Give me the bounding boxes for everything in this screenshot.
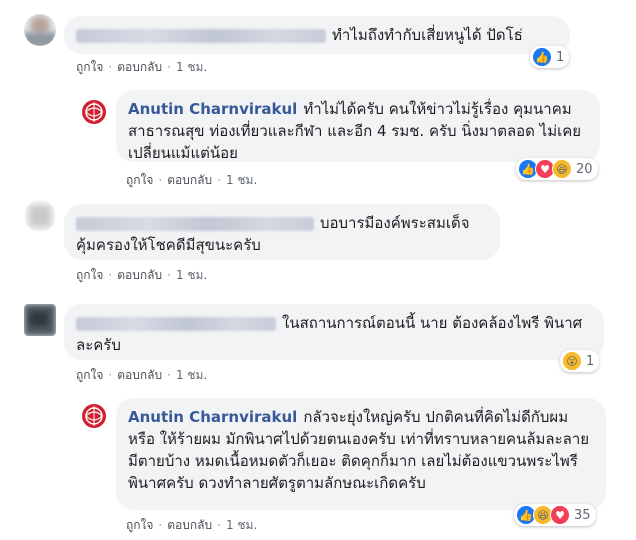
timestamp[interactable]: 1 ชม. — [226, 518, 257, 532]
comment-actions: ถูกใจ · ตอบกลับ · 1 ชม. — [126, 516, 257, 535]
blurred-author-name[interactable] — [76, 216, 314, 231]
reaction-summary[interactable]: 👍 1 — [530, 46, 570, 68]
author-name[interactable]: Anutin Charnvirakul — [128, 408, 297, 426]
avatar[interactable] — [78, 96, 110, 128]
separator: · — [108, 268, 113, 282]
reaction-summary[interactable]: 👍 😆 ♥ 35 — [514, 504, 596, 526]
avatar[interactable] — [24, 200, 56, 232]
comment-actions: ถูกใจ · ตอบกลับ · 1 ชม. — [76, 366, 207, 385]
separator: · — [217, 518, 221, 532]
separator: · — [167, 368, 171, 382]
reaction-count: 20 — [576, 161, 593, 177]
comment-actions: ถูกใจ · ตอบกลับ · 1 ชม. — [126, 171, 257, 190]
separator: · — [108, 368, 113, 382]
comment-bubble: ในสถานการณ์ตอนนี้ นาย ต้องคล้องไพรี พินา… — [64, 304, 604, 360]
like-link[interactable]: ถูกใจ — [76, 368, 103, 382]
reply-link[interactable]: ตอบกลับ — [117, 368, 162, 382]
reaction-summary[interactable]: 👍 ♥ 😆 20 — [516, 158, 598, 180]
reply-link[interactable]: ตอบกลับ — [167, 173, 212, 187]
comment-actions: ถูกใจ · ตอบกลับ · 1 ชม. — [76, 266, 207, 285]
reaction-count: 1 — [556, 49, 565, 65]
comment-actions: ถูกใจ · ตอบกลับ · 1 ชม. — [76, 58, 207, 77]
timestamp[interactable]: 1 ชม. — [176, 60, 207, 74]
separator: · — [108, 60, 113, 74]
like-link[interactable]: ถูกใจ — [126, 518, 153, 532]
reaction-count: 1 — [586, 353, 595, 369]
like-link[interactable]: ถูกใจ — [76, 60, 103, 74]
separator: · — [158, 173, 163, 187]
separator: · — [167, 268, 171, 282]
avatar[interactable] — [24, 14, 56, 46]
wow-reaction-icon: 😮 — [562, 351, 582, 371]
haha-reaction-icon: 😆 — [552, 159, 572, 179]
comment-bubble: Anutin Charnvirakul ทำไม่ได้ครับ คนให้ข่า… — [116, 90, 600, 162]
love-reaction-icon: ♥ — [550, 505, 570, 525]
separator: · — [158, 518, 163, 532]
like-reaction-icon: 👍 — [532, 47, 552, 67]
comment-text: ทำไมถึงทำกับเสี่ยหนูได้ ปัดโธ่ — [332, 26, 523, 44]
comment-bubble: บอบารมีองค์พระสมเด็จ คุ้มครองให้โชคดีมีส… — [64, 204, 500, 260]
reply-link[interactable]: ตอบกลับ — [167, 518, 212, 532]
separator: · — [217, 173, 221, 187]
blurred-author-name[interactable] — [76, 316, 276, 331]
comment-bubble: ทำไมถึงทำกับเสี่ยหนูได้ ปัดโธ่ — [64, 16, 570, 54]
reply-link[interactable]: ตอบกลับ — [117, 60, 162, 74]
timestamp[interactable]: 1 ชม. — [176, 268, 207, 282]
timestamp[interactable]: 1 ชม. — [226, 173, 257, 187]
author-name[interactable]: Anutin Charnvirakul — [128, 100, 297, 118]
reply-link[interactable]: ตอบกลับ — [117, 268, 162, 282]
party-logo-icon — [82, 100, 106, 124]
separator: · — [167, 60, 171, 74]
timestamp[interactable]: 1 ชม. — [176, 368, 207, 382]
like-link[interactable]: ถูกใจ — [126, 173, 153, 187]
party-logo-icon — [82, 404, 106, 428]
comment-bubble: Anutin Charnvirakul กลัวจะยุ่งใหญ่ครับ ปก… — [116, 398, 606, 510]
reaction-summary[interactable]: 😮 1 — [560, 350, 600, 372]
avatar[interactable] — [24, 304, 56, 336]
avatar[interactable] — [78, 400, 110, 432]
like-link[interactable]: ถูกใจ — [76, 268, 103, 282]
blurred-author-name[interactable] — [76, 28, 326, 43]
reaction-count: 35 — [574, 507, 591, 523]
